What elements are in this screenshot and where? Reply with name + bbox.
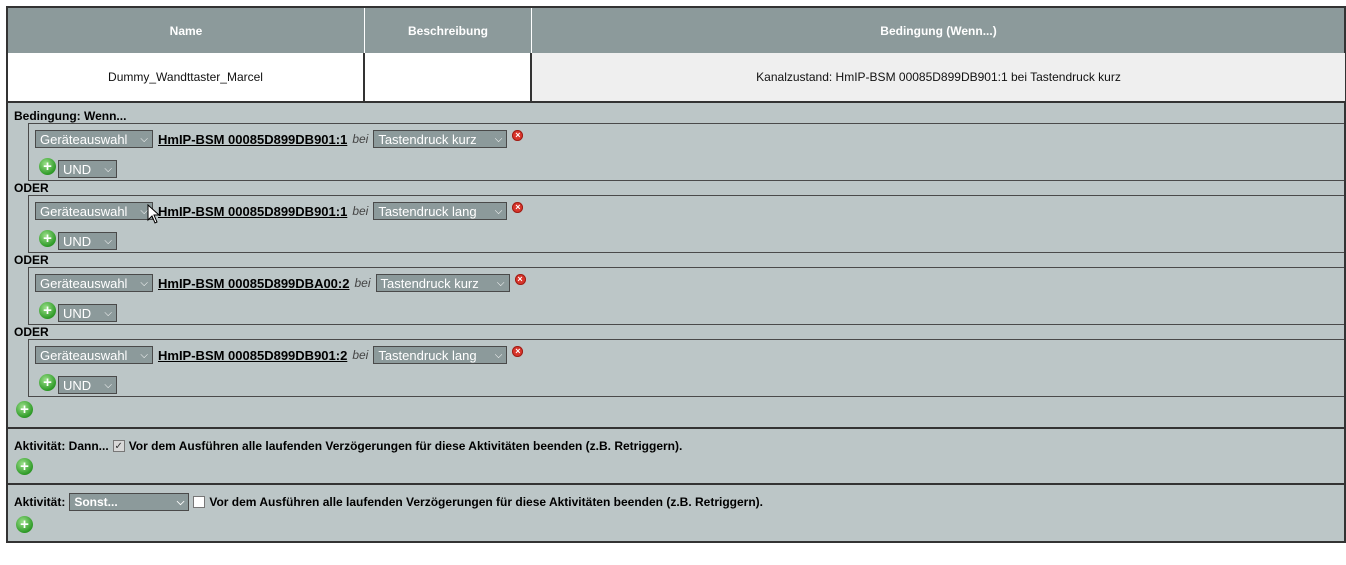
condition-section: Bedingung: Wenn... Geräteauswahl ⌵ HmIP-B… [6,103,1346,429]
bei-label: bei [354,276,371,290]
add-green-plus-icon[interactable]: + [39,157,56,175]
program-table-header: Name Beschreibung Bedingung (Wenn...) [6,6,1346,53]
device-select-dropdown[interactable]: Geräteauswahl ⌵ [35,346,153,364]
chevron-down-icon: ⌵ [140,133,148,145]
activity-else-section: Aktivität: Sonst... ⌵ Vor dem Ausführen a… [6,485,1346,543]
delete-red-x-icon[interactable]: × [514,273,526,285]
add-green-plus-icon[interactable]: + [39,373,56,391]
add-or-condition-icon[interactable]: + [16,401,33,418]
trigger-select-dropdown[interactable]: Tastendruck kurz ⌵ [373,130,508,148]
device-channel-link[interactable]: HmIP-BSM 00085D899DB901:1 [158,132,347,147]
und-select-dropdown[interactable]: UND ⌵ [58,232,117,250]
activity-then-section: Aktivität: Dann... ✓ Vor dem Ausführen a… [6,429,1346,485]
chevron-down-icon: ⌵ [496,277,505,289]
trigger-select-dropdown[interactable]: Tastendruck kurz ⌵ [375,274,510,292]
activity-else-label: Aktivität: [14,495,66,509]
delete-red-x-icon[interactable]: × [512,129,524,141]
chevron-down-icon: ⌵ [104,379,112,391]
program-editor: Name Beschreibung Bedingung (Wenn...) Du… [6,6,1346,556]
delete-red-x-icon[interactable]: × [512,345,524,357]
header-condition: Bedingung (Wenn...) [880,23,997,38]
chevron-down-icon: ⌵ [140,277,148,289]
trigger-select-dropdown[interactable]: Tastendruck lang ⌵ [373,202,508,220]
und-select-dropdown[interactable]: UND ⌵ [58,160,117,178]
condition-block: Geräteauswahl ⌵ HmIP-BSM 00085D899DBA00:2… [28,267,1344,325]
program-description-cell[interactable] [365,53,532,101]
chevron-down-icon: ⌵ [104,307,112,319]
program-name-cell[interactable]: Dummy_Wandttaster_Marcel [8,53,365,101]
retrigger-label-then: Vor dem Ausführen alle laufenden Verzöge… [128,439,683,453]
retrigger-checkbox-then[interactable]: ✓ [112,440,125,452]
add-then-activity-icon[interactable]: + [16,458,33,475]
program-condition-cell: Kanalzustand: HmIP-BSM 00085D899DB901:1 … [532,53,1345,101]
und-select-dropdown[interactable]: UND ⌵ [58,304,117,322]
activity-then-label: Aktivität: Dann... [14,439,109,453]
retrigger-label-else: Vor dem Ausführen alle laufenden Verzöge… [209,495,763,509]
retrigger-checkbox-else[interactable] [193,496,206,508]
else-select-dropdown[interactable]: Sonst... ⌵ [69,493,190,511]
device-select-dropdown[interactable]: Geräteauswahl ⌵ [35,274,153,292]
device-channel-link[interactable]: HmIP-BSM 00085D899DBA00:2 [158,276,349,291]
chevron-down-icon: ⌵ [104,163,112,175]
add-green-plus-icon[interactable]: + [39,229,56,247]
chevron-down-icon: ⌵ [176,496,185,508]
bei-label: bei [352,348,369,362]
or-label: ODER [14,181,49,195]
or-label: ODER [14,253,49,267]
condition-title: Bedingung: Wenn... [14,109,127,123]
chevron-down-icon: ⌵ [494,349,503,361]
or-label: ODER [14,325,49,339]
condition-block: Geräteauswahl ⌵ HmIP-BSM 00085D899DB901:1… [28,123,1344,181]
trigger-select-dropdown[interactable]: Tastendruck lang ⌵ [373,346,508,364]
program-table-row: Dummy_Wandttaster_Marcel Kanalzustand: H… [6,53,1346,103]
und-select-dropdown[interactable]: UND ⌵ [58,376,117,394]
header-name: Name [8,8,365,53]
delete-red-x-icon[interactable]: × [512,201,524,213]
bei-label: bei [352,132,369,146]
condition-block: Geräteauswahl ⌵ HmIP-BSM 00085D899DB901:2… [28,339,1344,397]
mouse-cursor-icon [147,204,161,224]
chevron-down-icon: ⌵ [494,205,503,217]
chevron-down-icon: ⌵ [104,235,112,247]
device-select-dropdown[interactable]: Geräteauswahl ⌵ [35,202,153,220]
add-green-plus-icon[interactable]: + [39,301,56,319]
device-channel-link[interactable]: HmIP-BSM 00085D899DB901:2 [158,348,347,363]
chevron-down-icon: ⌵ [494,133,503,145]
device-channel-link[interactable]: HmIP-BSM 00085D899DB901:1 [158,204,347,219]
header-description: Beschreibung [365,8,532,53]
bei-label: bei [352,204,369,218]
add-else-activity-icon[interactable]: + [16,516,33,533]
device-select-dropdown[interactable]: Geräteauswahl ⌵ [35,130,153,148]
chevron-down-icon: ⌵ [140,349,148,361]
condition-block: Geräteauswahl ⌵ HmIP-BSM 00085D899DB901:1… [28,195,1344,253]
